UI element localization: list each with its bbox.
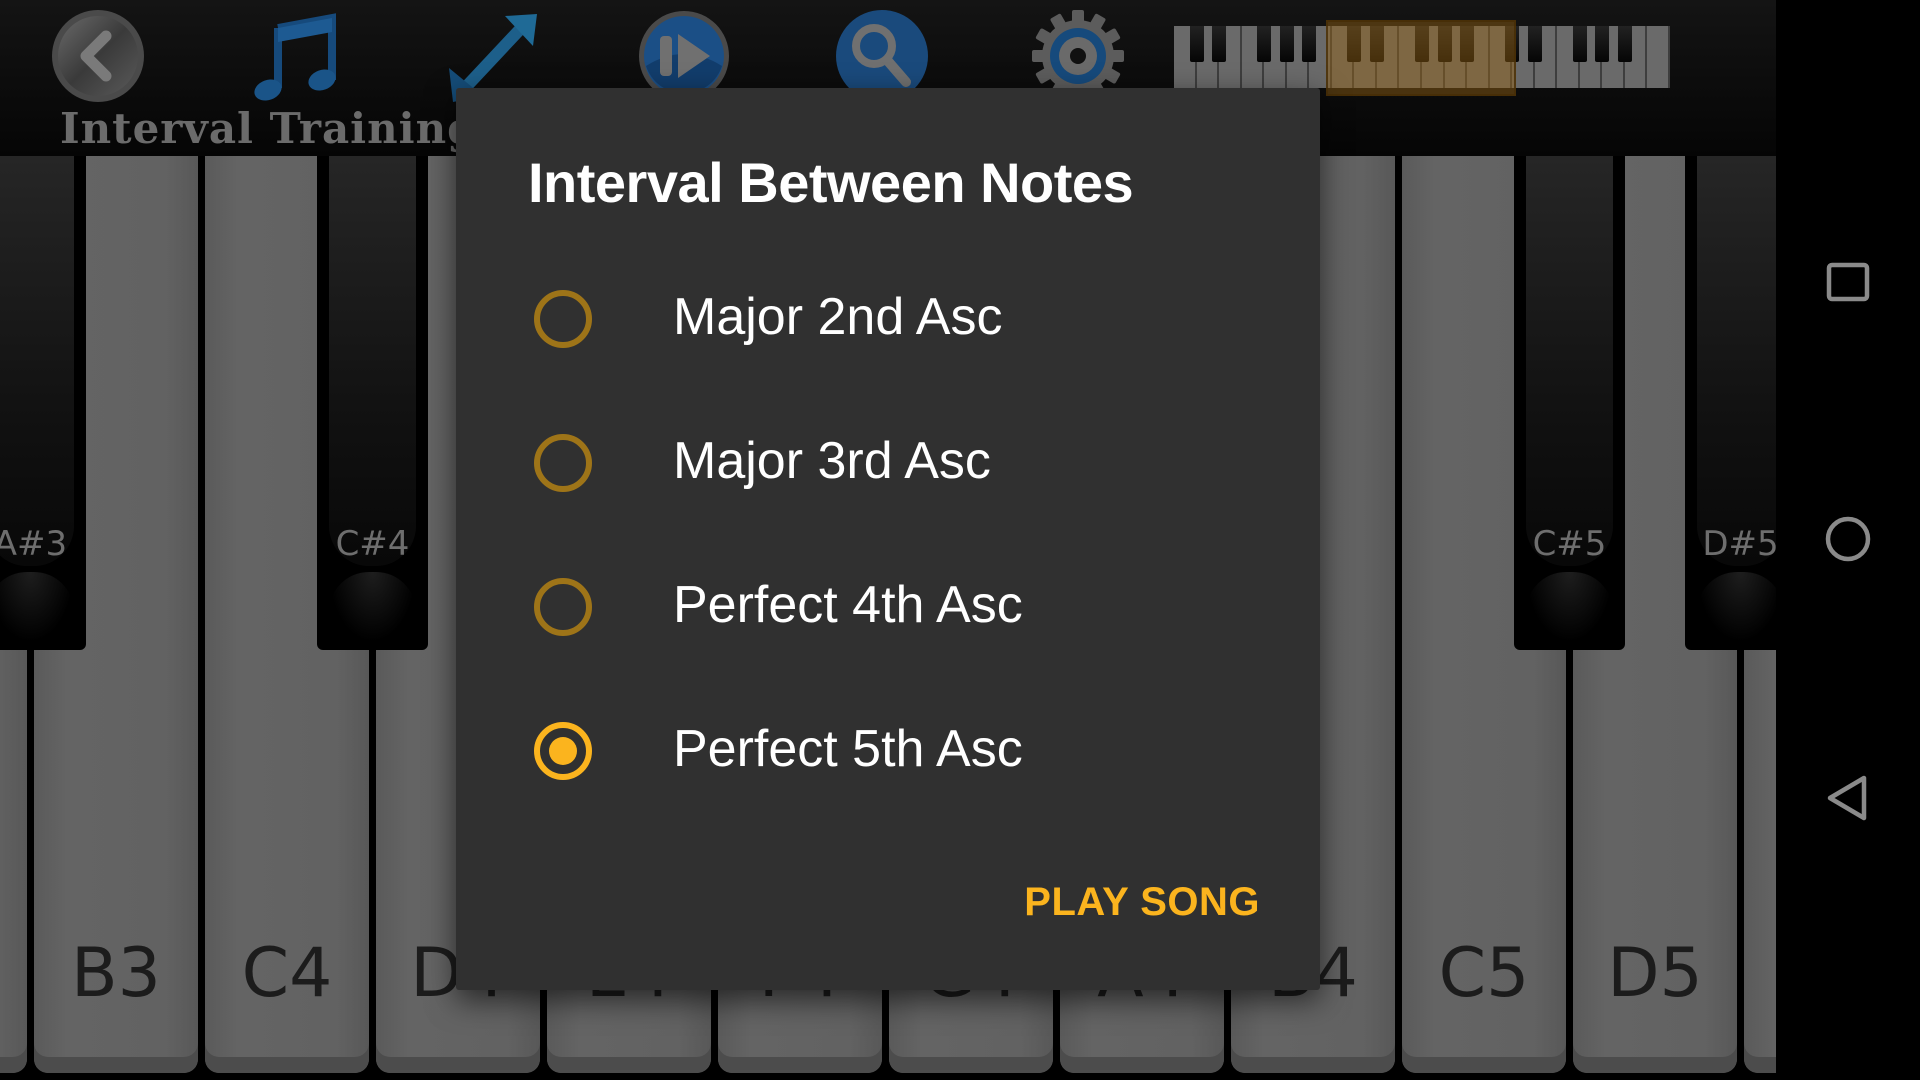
radio-checked-icon[interactable]: [534, 722, 592, 780]
option-label: Perfect 5th Asc: [673, 720, 1023, 778]
app-title: Interval Training: [60, 104, 478, 153]
mini-black-key: [1189, 26, 1204, 62]
key-label: C5: [1438, 934, 1530, 1013]
key-label: D#5: [1702, 524, 1776, 564]
dialog-title: Interval Between Notes: [528, 151, 1134, 214]
black-key[interactable]: D#5: [1685, 156, 1776, 650]
interval-dialog: Interval Between Notes Major 2nd Asc Majo…: [456, 88, 1320, 990]
song-button[interactable]: [248, 8, 344, 104]
key-label: A#3: [0, 524, 68, 564]
key-label: B3: [71, 934, 161, 1013]
radio-unchecked-icon[interactable]: [534, 578, 592, 636]
mini-white-key: [1647, 26, 1670, 88]
key-label: C4: [241, 934, 333, 1013]
circle-icon: [1825, 516, 1871, 562]
interval-option[interactable]: Perfect 5th Asc: [504, 691, 1304, 811]
mini-black-key: [1572, 26, 1587, 62]
play-song-button[interactable]: PLAY SONG: [1022, 876, 1262, 929]
interval-option[interactable]: Major 3rd Asc: [504, 403, 1304, 523]
black-key[interactable]: C#5: [1514, 156, 1625, 650]
back-icon: [52, 10, 144, 102]
mini-black-key: [1279, 26, 1294, 62]
option-label: Major 3rd Asc: [673, 432, 991, 490]
mini-black-key: [1617, 26, 1632, 62]
back-nav-button[interactable]: [1812, 762, 1884, 834]
music-note-icon: [254, 13, 336, 101]
home-button[interactable]: [1812, 503, 1884, 575]
mini-keyboard-highlight[interactable]: [1326, 20, 1516, 96]
key-label: A3: [0, 934, 27, 1013]
back-button[interactable]: [50, 8, 146, 104]
mini-black-key: [1302, 26, 1317, 62]
key-label: E5: [1744, 934, 1776, 1013]
mini-black-key: [1212, 26, 1227, 62]
black-key[interactable]: C#4: [317, 156, 428, 650]
interval-option[interactable]: Major 2nd Asc: [504, 259, 1304, 379]
square-icon: [1826, 262, 1870, 302]
mini-black-key: [1527, 26, 1542, 62]
system-navbar: [1776, 0, 1920, 1080]
radio-unchecked-icon[interactable]: [534, 434, 592, 492]
key-label: C#5: [1532, 524, 1607, 564]
recents-button[interactable]: [1812, 246, 1884, 318]
mini-black-key: [1257, 26, 1272, 62]
option-label: Major 2nd Asc: [673, 288, 1003, 346]
option-label: Perfect 4th Asc: [673, 576, 1023, 634]
mini-black-key: [1595, 26, 1610, 62]
black-key[interactable]: A#3: [0, 156, 86, 650]
key-label: C#4: [335, 524, 410, 564]
radio-unchecked-icon[interactable]: [534, 290, 592, 348]
triangle-back-icon: [1827, 775, 1867, 821]
key-label: D5: [1607, 934, 1703, 1013]
interval-option[interactable]: Perfect 4th Asc: [504, 547, 1304, 667]
